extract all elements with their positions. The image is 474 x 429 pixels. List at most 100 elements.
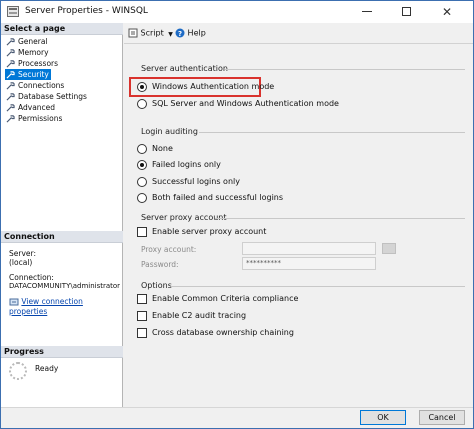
connection-icon (9, 298, 19, 305)
radio-label: Successful logins only (152, 177, 240, 186)
select-page-header: Select a page (1, 23, 123, 35)
checkbox[interactable] (137, 311, 147, 321)
wrench-icon (6, 82, 15, 90)
checkbox-common-criteria[interactable]: Enable Common Criteria compliance (137, 293, 298, 305)
nav-item-general[interactable]: General (5, 36, 50, 47)
server-auth-title: Server authentication (141, 64, 228, 73)
radio-audit-both[interactable]: Both failed and successful logins (137, 192, 283, 204)
progress-spinner-icon (9, 362, 27, 380)
wrench-icon (6, 115, 15, 123)
nav-item-connections[interactable]: Connections (5, 80, 66, 91)
checkbox[interactable] (137, 294, 147, 304)
dropdown-arrow-icon[interactable]: ▼ (168, 31, 173, 38)
script-label: Script (140, 28, 164, 38)
nav-item-label: Advanced (18, 103, 56, 112)
checkbox-label: Enable server proxy account (152, 227, 267, 236)
wrench-icon (6, 71, 15, 79)
nav-item-permissions[interactable]: Permissions (5, 113, 64, 124)
nav-item-label: Permissions (18, 114, 63, 123)
proxy-account-field[interactable] (242, 242, 376, 255)
server-label: Server: (9, 249, 36, 258)
maximize-icon (401, 6, 411, 16)
script-icon (128, 28, 138, 38)
cancel-button[interactable]: Cancel (419, 410, 465, 425)
wrench-icon (6, 104, 15, 112)
nav-item-advanced[interactable]: Advanced (5, 102, 57, 113)
divider (225, 69, 465, 70)
svg-text:?: ? (178, 30, 182, 38)
connection-label: Connection: (9, 273, 54, 282)
radio-audit-none[interactable]: None (137, 143, 173, 155)
login-auditing-title: Login auditing (141, 127, 198, 136)
help-button[interactable]: ? Help (175, 28, 206, 38)
checkbox-label: Enable C2 audit tracing (152, 311, 247, 320)
nav-item-label: General (18, 37, 48, 46)
checkbox-c2-audit[interactable]: Enable C2 audit tracing (137, 310, 246, 322)
radio-label: Failed logins only (152, 160, 221, 169)
nav-item-label: Connections (18, 81, 65, 90)
close-button[interactable]: ✕ (432, 1, 462, 23)
nav-item-security[interactable]: Security (5, 69, 51, 80)
close-icon: ✕ (441, 5, 453, 19)
nav-item-label: Database Settings (18, 92, 87, 101)
ok-button[interactable]: OK (360, 410, 406, 425)
password-label: Password: (141, 260, 179, 269)
connection-header: Connection (1, 231, 123, 243)
radio-button[interactable] (137, 144, 147, 154)
radio-label: None (152, 144, 173, 153)
options-title: Options (141, 281, 172, 290)
wrench-icon (6, 49, 15, 57)
title-bar: Server Properties - WINSQL ✕ (1, 1, 473, 23)
proxy-title: Server proxy account (141, 213, 227, 222)
help-label: Help (187, 28, 206, 38)
divider (171, 286, 465, 287)
view-connection-properties-link[interactable]: View connection properties (9, 297, 83, 316)
checkbox-label: Enable Common Criteria compliance (152, 294, 299, 303)
radio-label: Windows Authentication mode (152, 82, 275, 91)
help-icon: ? (175, 28, 185, 38)
radio-windows-auth[interactable]: Windows Authentication mode (137, 81, 274, 93)
radio-mixed-auth[interactable]: SQL Server and Windows Authentication mo… (137, 98, 339, 110)
maximize-button[interactable] (391, 1, 421, 23)
minimize-button[interactable] (352, 1, 382, 23)
checkbox[interactable] (137, 227, 147, 237)
minimize-icon (362, 10, 372, 12)
nav-item-label: Security (18, 70, 49, 79)
nav-item-database-settings[interactable]: Database Settings (5, 91, 89, 102)
wrench-icon (6, 38, 15, 46)
nav-item-memory[interactable]: Memory (5, 47, 51, 58)
nav-item-label: Memory (18, 48, 49, 57)
wrench-icon (6, 93, 15, 101)
radio-label: Both failed and successful logins (152, 193, 284, 202)
app-icon (7, 6, 19, 17)
radio-label: SQL Server and Windows Authentication mo… (152, 99, 339, 108)
proxy-account-label: Proxy account: (141, 245, 197, 254)
server-value: (local) (9, 258, 33, 267)
radio-button[interactable] (137, 99, 147, 109)
view-connection-properties[interactable]: View connection properties (9, 297, 122, 316)
left-panel: Select a page General Memory Processors … (1, 23, 123, 407)
radio-button[interactable] (137, 177, 147, 187)
connection-value: DATACOMMUNITY\administrator (9, 282, 121, 290)
password-field[interactable]: ********** (242, 257, 376, 270)
radio-button[interactable] (137, 82, 147, 92)
checkbox-label: Cross database ownership chaining (152, 328, 294, 337)
radio-audit-failed[interactable]: Failed logins only (137, 159, 221, 171)
wrench-icon (6, 60, 15, 68)
script-button[interactable]: Script ▼ (128, 28, 173, 38)
checkbox[interactable] (137, 328, 147, 338)
browse-proxy-button[interactable] (382, 243, 396, 254)
radio-button[interactable] (137, 160, 147, 170)
checkbox-cross-db-chaining[interactable]: Cross database ownership chaining (137, 327, 294, 339)
radio-button[interactable] (137, 193, 147, 203)
nav-item-label: Processors (18, 59, 59, 68)
radio-audit-successful[interactable]: Successful logins only (137, 176, 240, 188)
progress-status: Ready (35, 364, 59, 373)
nav-item-processors[interactable]: Processors (5, 58, 60, 69)
checkbox-enable-proxy[interactable]: Enable server proxy account (137, 226, 266, 238)
server-properties-window: Server Properties - WINSQL ✕ Select a pa… (0, 0, 474, 429)
toolbar: Script ▼ ? Help (124, 23, 473, 44)
divider (199, 132, 465, 133)
divider (215, 218, 465, 219)
window-title: Server Properties - WINSQL (25, 6, 148, 16)
